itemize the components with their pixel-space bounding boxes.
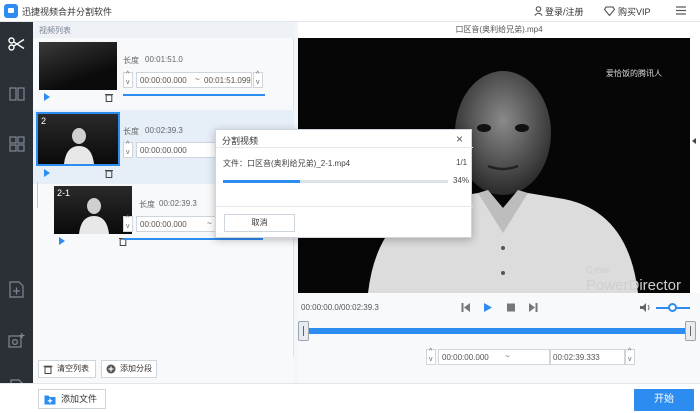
clip-time-range[interactable]: 00:00:00.000 xyxy=(136,142,216,158)
clip-label: 2-1 xyxy=(57,188,71,198)
clip-time-range[interactable]: 00:00:00.000 ~ xyxy=(136,216,216,232)
clip-time-range[interactable]: 00:00:00.000 ~ 00:01:51.099 xyxy=(136,72,252,88)
play-icon[interactable] xyxy=(483,303,493,312)
start-stepper[interactable] xyxy=(123,141,133,158)
folder-add-icon xyxy=(44,395,56,405)
scissors-icon[interactable] xyxy=(5,32,28,55)
add-file-button[interactable]: 添加文件 xyxy=(38,389,106,409)
clip-range-bar xyxy=(123,238,263,240)
dialog-footer: 取消 xyxy=(216,206,473,238)
start-stepper[interactable] xyxy=(123,71,133,88)
clip-length: 00:02:39.3 xyxy=(159,199,197,208)
dialog-progress-fill xyxy=(223,180,300,183)
clip-end-time[interactable]: 00:01:51.099 xyxy=(204,76,251,85)
trash-icon[interactable] xyxy=(105,93,113,102)
dialog-progress-percent: 34% xyxy=(453,176,470,185)
buy-vip-button[interactable]: 购买VIP xyxy=(618,5,651,18)
start-button[interactable]: 开始 xyxy=(634,389,694,411)
start-stepper[interactable] xyxy=(123,215,133,232)
clip-thumbnail xyxy=(39,42,117,90)
trim-start-stepper[interactable] xyxy=(426,348,436,365)
end-stepper[interactable] xyxy=(253,71,263,88)
cancel-button[interactable]: 取消 xyxy=(224,214,295,232)
watermark-powerdirector: PowerDirector xyxy=(586,277,682,293)
split-video-dialog: 分割视频 × 文件：口区音(奥利给兄弟)_2-1.mp4 1/1 34% 取消 xyxy=(215,129,473,238)
bottom-bar: 添加文件 开始 xyxy=(0,383,700,413)
clear-list-button[interactable]: 清空列表 xyxy=(38,360,96,378)
grid-icon[interactable] xyxy=(5,132,28,155)
play-icon[interactable] xyxy=(44,169,50,177)
menu-icon[interactable] xyxy=(676,6,686,15)
volume-slider[interactable] xyxy=(656,303,690,312)
play-icon[interactable] xyxy=(59,237,65,245)
length-label: 长度 xyxy=(123,56,139,65)
volume-icon[interactable] xyxy=(640,303,651,312)
clip-item[interactable]: 长度 00:01:51.0 00:00:00.000 ~ 00:01:51.09… xyxy=(33,38,294,106)
clip-length: 00:02:39.3 xyxy=(145,126,183,135)
side-toolbar xyxy=(0,22,33,413)
dialog-progress-bar xyxy=(223,180,448,183)
add-split-label: 添加分段 xyxy=(120,364,152,373)
clip-label: 2 xyxy=(41,116,47,126)
timeline-bar[interactable] xyxy=(298,321,696,341)
add-file-icon[interactable] xyxy=(5,278,28,301)
title-bar: 迅捷视频合并分割软件 登录/注册 购买VIP xyxy=(0,0,700,22)
diamond-icon xyxy=(604,6,615,16)
trim-start-handle[interactable] xyxy=(298,321,309,341)
app-title: 迅捷视频合并分割软件 xyxy=(22,7,113,17)
video-list-title: 视频列表 xyxy=(39,26,71,35)
dialog-header: 分割视频 × xyxy=(216,130,473,148)
clip-range-bar xyxy=(123,94,265,96)
watermark-brand: Cyber PowerDirector xyxy=(586,260,690,293)
dialog-file-count: 1/1 xyxy=(456,158,468,167)
person-figure xyxy=(79,198,109,234)
video-list-header: 视频列表 xyxy=(33,22,294,38)
next-frame-icon[interactable] xyxy=(528,303,538,312)
close-icon[interactable]: × xyxy=(456,132,463,146)
watermark-small: Cyber xyxy=(586,265,611,275)
playback-controls: 00:00:00.0/00:02:39.3 00:00:00.000 ~ 00:… xyxy=(298,293,700,383)
stop-icon[interactable] xyxy=(506,303,516,312)
volume-knob[interactable] xyxy=(668,303,677,312)
preview-title: 口区音(奥利给兄弟).mp4 xyxy=(298,22,700,38)
prev-frame-icon[interactable] xyxy=(461,303,471,312)
dialog-title: 分割视频 xyxy=(222,136,259,146)
plus-circle-icon xyxy=(106,364,116,374)
clip-start-time[interactable]: 00:00:00.000 xyxy=(140,220,187,229)
length-label: 长度 xyxy=(123,127,139,136)
trim-end-stepper[interactable] xyxy=(625,348,635,365)
dialog-file-name: 文件：口区音(奥利给兄弟)_2-1.mp4 xyxy=(223,159,351,168)
clip-thumbnail: 2-1 xyxy=(54,186,132,234)
length-label: 长度 xyxy=(139,200,155,209)
clip-start-time[interactable]: 00:00:00.000 xyxy=(140,146,187,155)
image-add-icon[interactable] xyxy=(5,328,28,351)
play-icon[interactable] xyxy=(44,93,50,101)
login-button[interactable]: 登录/注册 xyxy=(545,5,584,18)
app-logo-icon xyxy=(4,4,18,18)
clip-length: 00:01:51.0 xyxy=(145,55,183,64)
trim-end-handle[interactable] xyxy=(685,321,696,341)
user-icon xyxy=(534,6,543,16)
person-figure xyxy=(64,128,94,164)
trim-end-field[interactable]: 00:02:39.333 xyxy=(550,349,625,365)
trim-end-time[interactable]: 00:02:39.333 xyxy=(553,353,600,362)
list-footer: 清空列表 添加分段 xyxy=(33,357,294,383)
add-split-button[interactable]: 添加分段 xyxy=(101,360,157,378)
current-time: 00:00:00.0/00:02:39.3 xyxy=(301,303,379,312)
clip-thumbnail: 2 xyxy=(36,112,120,166)
preview-scrollbar[interactable] xyxy=(690,38,700,293)
trash-icon[interactable] xyxy=(105,169,113,178)
trim-start-time[interactable]: 00:00:00.000 xyxy=(442,353,489,362)
clip-start-time[interactable]: 00:00:00.000 xyxy=(140,76,187,85)
trim-start-field[interactable]: 00:00:00.000 ~ xyxy=(438,349,550,365)
add-file-label: 添加文件 xyxy=(61,394,98,404)
watermark-channel: 爱恰饭的腾讯人 xyxy=(606,69,662,78)
trash-icon xyxy=(43,365,53,374)
clear-list-label: 清空列表 xyxy=(57,364,89,373)
split-icon[interactable] xyxy=(5,82,28,105)
